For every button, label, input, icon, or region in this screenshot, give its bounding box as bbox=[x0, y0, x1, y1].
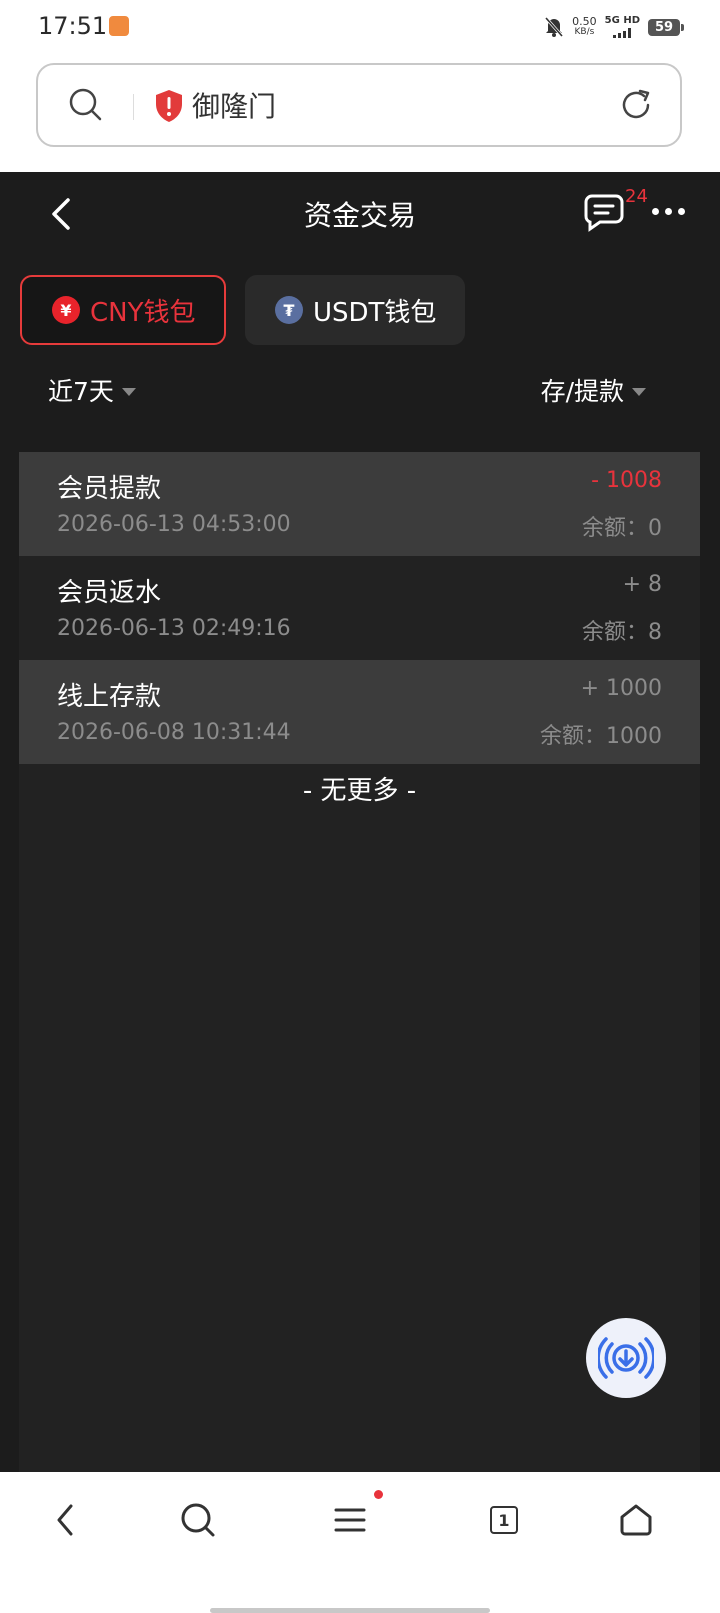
date-range-filter[interactable]: 近7天 bbox=[48, 372, 136, 408]
transaction-title: 会员返水 bbox=[57, 578, 162, 608]
transaction-balance: 余额：0 bbox=[582, 516, 662, 541]
bottom-nav: 1 bbox=[0, 1472, 720, 1613]
download-icon bbox=[598, 1337, 654, 1379]
tab-usdt-wallet[interactable]: ₮ USDT钱包 bbox=[245, 275, 465, 345]
download-button[interactable] bbox=[586, 1318, 666, 1398]
tab-usdt-wallet-label: USDT钱包 bbox=[313, 297, 437, 328]
message-badge: 24 bbox=[625, 186, 648, 207]
cny-coin-icon: ¥ bbox=[52, 296, 80, 324]
home-indicator bbox=[210, 1608, 490, 1613]
nav-home-button[interactable] bbox=[614, 1498, 658, 1542]
usdt-coin-icon: ₮ bbox=[275, 296, 303, 324]
reload-icon[interactable] bbox=[618, 87, 654, 123]
date-range-label: 近7天 bbox=[48, 377, 114, 406]
tabs-icon: 1 bbox=[490, 1506, 518, 1534]
list-end-text: - 无更多 - bbox=[302, 776, 417, 806]
net-speed-value: 0.50 bbox=[572, 15, 597, 28]
home-icon bbox=[620, 1504, 652, 1536]
address-divider bbox=[133, 94, 134, 120]
transaction-title: 会员提款 bbox=[57, 474, 162, 504]
caret-down-icon bbox=[632, 388, 646, 396]
more-icon[interactable] bbox=[652, 208, 685, 215]
signal-bars-icon bbox=[605, 28, 640, 38]
search-icon bbox=[181, 1503, 215, 1537]
net-speed-unit: KB/s bbox=[574, 27, 595, 37]
battery-indicator: 59 bbox=[648, 18, 684, 36]
tab-cny-wallet[interactable]: ¥ CNY钱包 bbox=[20, 275, 226, 345]
transaction-amount: - 1008 bbox=[591, 468, 662, 493]
search-icon[interactable] bbox=[68, 87, 104, 123]
status-bar: 17:51 0.50 KB/s 5G HD 59 bbox=[0, 0, 720, 54]
tab-cny-wallet-label: CNY钱包 bbox=[90, 297, 196, 328]
message-icon[interactable] bbox=[584, 192, 624, 232]
nav-menu-button[interactable] bbox=[328, 1498, 372, 1542]
address-bar[interactable]: 御隆门 bbox=[36, 63, 682, 147]
transaction-row[interactable]: 会员返水 2026-06-13 02:49:16 + 8 余额：8 bbox=[19, 556, 700, 660]
back-arrow-icon bbox=[57, 1504, 73, 1536]
caret-down-icon bbox=[121, 388, 136, 396]
transaction-balance: 余额：8 bbox=[582, 620, 662, 645]
site-name[interactable]: 御隆门 bbox=[192, 85, 276, 125]
nav-back-button[interactable] bbox=[44, 1498, 88, 1542]
menu-icon bbox=[334, 1508, 366, 1532]
transaction-title: 线上存款 bbox=[57, 682, 162, 712]
signal-indicator: 5G HD bbox=[605, 16, 640, 38]
transaction-amount: + 8 bbox=[622, 572, 662, 597]
transaction-amount: + 1000 bbox=[580, 676, 662, 701]
shield-alert-icon[interactable] bbox=[154, 89, 184, 123]
transaction-row[interactable]: 会员提款 2026-06-13 04:53:00 - 1008 余额：0 bbox=[19, 452, 700, 556]
menu-notification-dot bbox=[374, 1490, 383, 1499]
network-label: 5G HD bbox=[604, 15, 640, 26]
transaction-time: 2026-06-13 04:53:00 bbox=[57, 512, 291, 537]
transaction-balance: 余额：1000 bbox=[540, 724, 662, 749]
nav-tabs-button[interactable]: 1 bbox=[482, 1498, 526, 1542]
app-content: 资金交易 24 ¥ CNY钱包 ₮ USDT钱包 近7天 存/提款 会员提款 2… bbox=[0, 172, 720, 1524]
transaction-row[interactable]: 线上存款 2026-06-08 10:31:44 + 1000 余额：1000 bbox=[19, 660, 700, 764]
status-time: 17:51 bbox=[38, 12, 108, 40]
type-filter-label: 存/提款 bbox=[540, 377, 624, 406]
transaction-time: 2026-06-13 02:49:16 bbox=[57, 616, 291, 641]
status-indicators: 0.50 KB/s 5G HD 59 bbox=[544, 14, 684, 40]
type-filter[interactable]: 存/提款 bbox=[541, 372, 646, 408]
mute-bell-icon bbox=[545, 17, 564, 37]
nav-search-button[interactable] bbox=[176, 1498, 220, 1542]
transaction-time: 2026-06-08 10:31:44 bbox=[57, 720, 291, 745]
net-speed: 0.50 KB/s bbox=[572, 16, 597, 38]
app-notification-icon bbox=[109, 16, 129, 36]
